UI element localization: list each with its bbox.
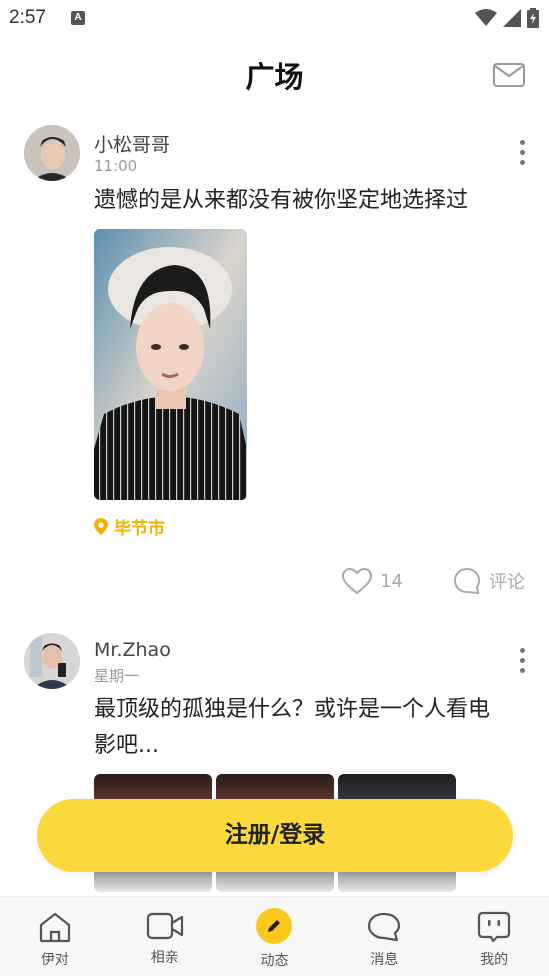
register-login-button[interactable]: 注册/登录	[37, 799, 513, 872]
profile-icon	[477, 911, 511, 943]
comment-icon	[453, 567, 481, 595]
nav-label: 消息	[370, 952, 399, 968]
heart-icon	[342, 567, 373, 594]
post-photo[interactable]	[94, 229, 247, 500]
chat-icon	[368, 912, 401, 942]
post-actions: 14 评论	[342, 567, 525, 595]
wifi-icon	[475, 9, 497, 26]
post-username[interactable]: 小松哥哥	[94, 130, 170, 157]
location-tag[interactable]: 毕节市	[94, 514, 165, 539]
signal-icon	[503, 9, 521, 27]
post-time: 11:00	[94, 157, 138, 175]
post-time: 星期一	[94, 667, 140, 685]
post-text: 最顶级的孤独是什么？或许是一个人看电影吧...	[94, 697, 491, 758]
location-pin-icon	[94, 518, 108, 535]
nav-label: 相亲	[150, 950, 179, 966]
nav-label: 伊对	[40, 952, 69, 968]
nav-item-moments[interactable]: 动态	[220, 897, 330, 976]
nav-item-profile[interactable]: 我的	[439, 897, 549, 976]
video-icon	[146, 912, 183, 940]
page-header: 广场	[0, 40, 549, 108]
nav-item-home[interactable]: 伊对	[0, 897, 110, 976]
home-icon	[39, 912, 70, 943]
location-label: 毕节市	[114, 519, 165, 539]
mail-icon[interactable]	[493, 63, 525, 87]
nav-label: 我的	[480, 952, 509, 968]
page-title: 广场	[245, 60, 304, 94]
post-username[interactable]: Mr.Zhao	[94, 639, 171, 661]
comment-button[interactable]: 评论	[453, 567, 525, 595]
like-button[interactable]: 14	[342, 567, 403, 595]
status-time: 2:57	[9, 7, 46, 28]
more-icon[interactable]	[517, 648, 527, 678]
nav-item-messages[interactable]: 消息	[329, 897, 439, 976]
comment-label: 评论	[489, 572, 525, 593]
avatar[interactable]	[24, 125, 80, 181]
pencil-icon	[256, 908, 293, 944]
like-count: 14	[380, 570, 403, 592]
battery-icon	[527, 8, 539, 28]
nav-label: 动态	[260, 953, 289, 969]
status-bar: 2:57 A	[0, 0, 549, 40]
avatar[interactable]	[24, 633, 80, 689]
more-icon[interactable]	[517, 140, 527, 170]
notification-icon: A	[71, 11, 85, 25]
status-icons	[475, 8, 539, 28]
nav-item-blind-date[interactable]: 相亲	[110, 897, 220, 976]
bottom-nav: 伊对 相亲 动态 消息 我的	[0, 896, 549, 976]
post-text: 遗憾的是从来都没有被你坚定地选择过	[94, 188, 469, 213]
